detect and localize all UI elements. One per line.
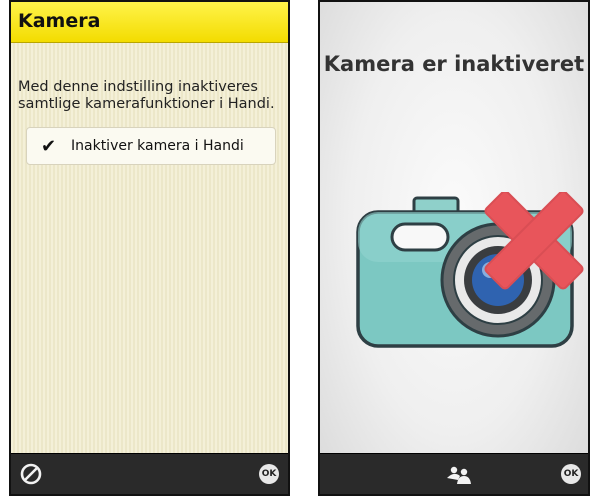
settings-screen: Kamera Med denne indstilling inaktiveres…	[9, 0, 290, 496]
camera-disabled-screen: Kamera er inaktiveret OK	[318, 0, 590, 496]
people-icon[interactable]	[446, 466, 472, 484]
checkbox-check-icon[interactable]: ✔	[41, 136, 56, 157]
cancel-icon[interactable]	[20, 463, 42, 485]
setting-label: Inaktiver kamera i Handi	[71, 138, 244, 154]
setting-description: Med denne indstilling inaktiveres samtli…	[18, 79, 275, 112]
page-title: Kamera	[18, 10, 101, 32]
ok-button[interactable]: OK	[259, 464, 279, 484]
ok-button[interactable]: OK	[561, 464, 581, 484]
camera-disabled-icon	[356, 192, 584, 348]
page-title: Kamera er inaktiveret	[323, 52, 585, 76]
bottom-bar: OK	[11, 453, 288, 494]
bottom-bar: OK	[320, 453, 588, 494]
disable-camera-setting[interactable]: ✔ Inaktiver kamera i Handi	[26, 127, 276, 165]
header-bar: Kamera	[11, 2, 288, 43]
